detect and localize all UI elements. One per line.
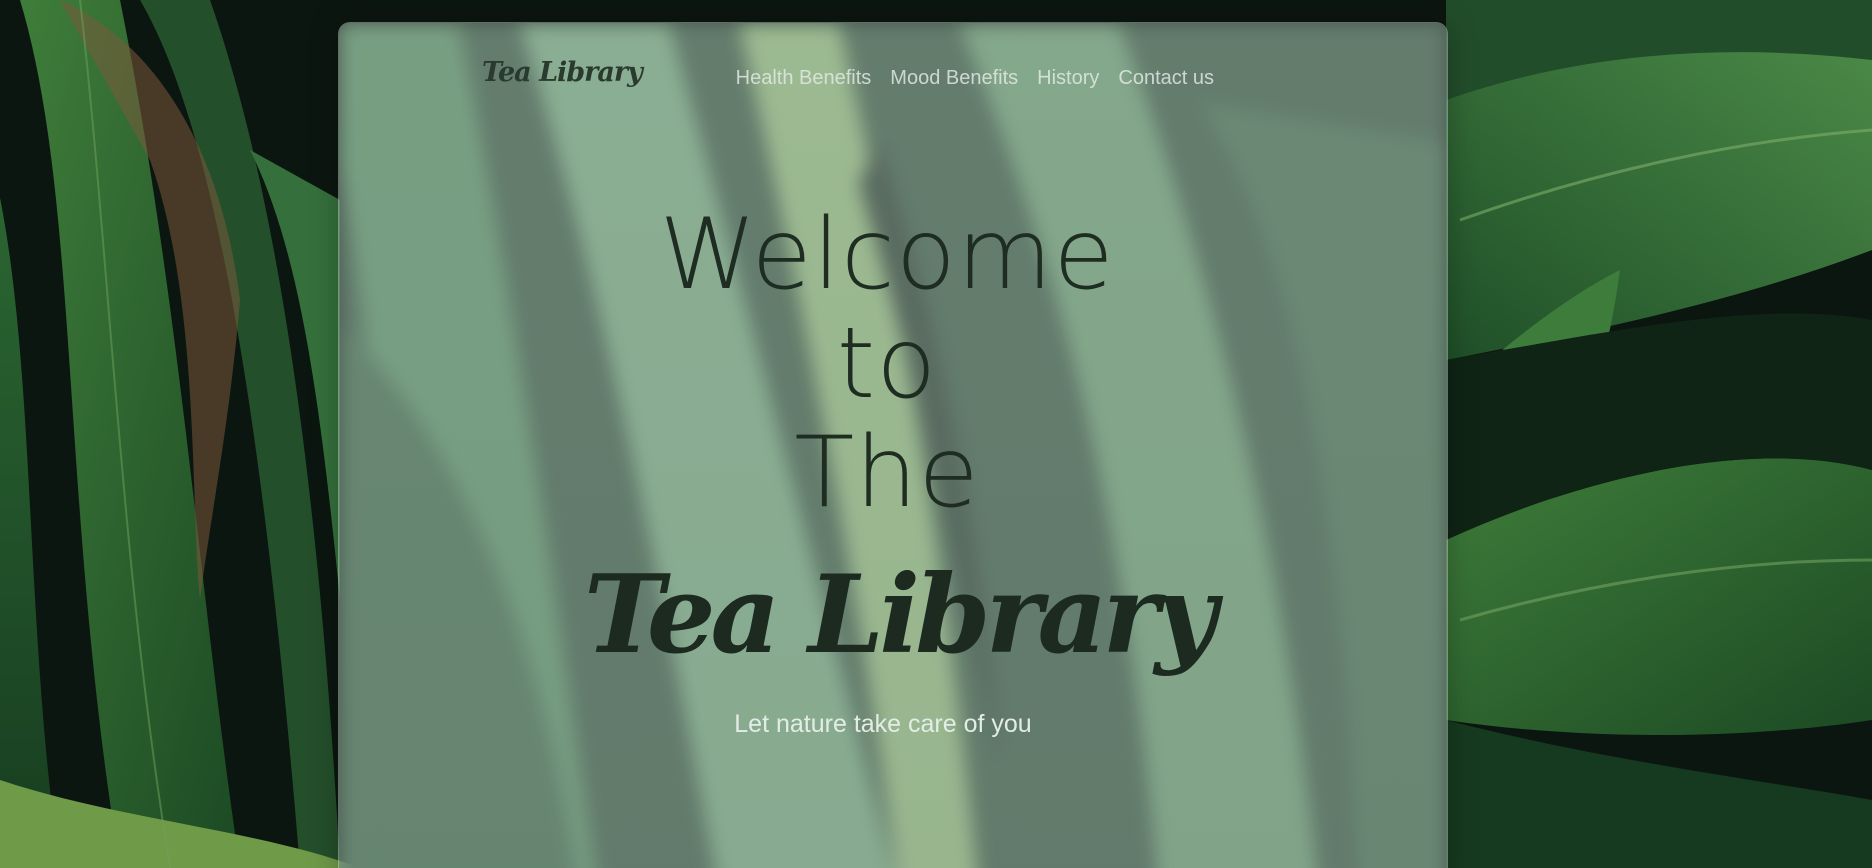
nav-logo[interactable]: Tea Library <box>482 57 643 88</box>
main-nav: Health Benefits Mood Benefits History Co… <box>736 67 1214 90</box>
hero-tagline: Let nature take care of you <box>734 710 1032 738</box>
hero-brand-title: Tea Library <box>583 552 1217 678</box>
hero-card: Tea Library Health Benefits Mood Benefit… <box>338 22 1448 868</box>
nav-link-mood-benefits[interactable]: Mood Benefits <box>890 67 1018 90</box>
hero-heading-the: The <box>794 416 980 530</box>
nav-link-health-benefits[interactable]: Health Benefits <box>736 67 872 90</box>
hero-heading-welcome: Welcome <box>659 198 1115 312</box>
hero-section: Welcome to The Tea Library Let nature ta… <box>339 201 1447 739</box>
hero-heading-to: to <box>836 307 938 421</box>
nav-link-history[interactable]: History <box>1037 67 1099 90</box>
nav-link-contact-us[interactable]: Contact us <box>1118 67 1214 90</box>
